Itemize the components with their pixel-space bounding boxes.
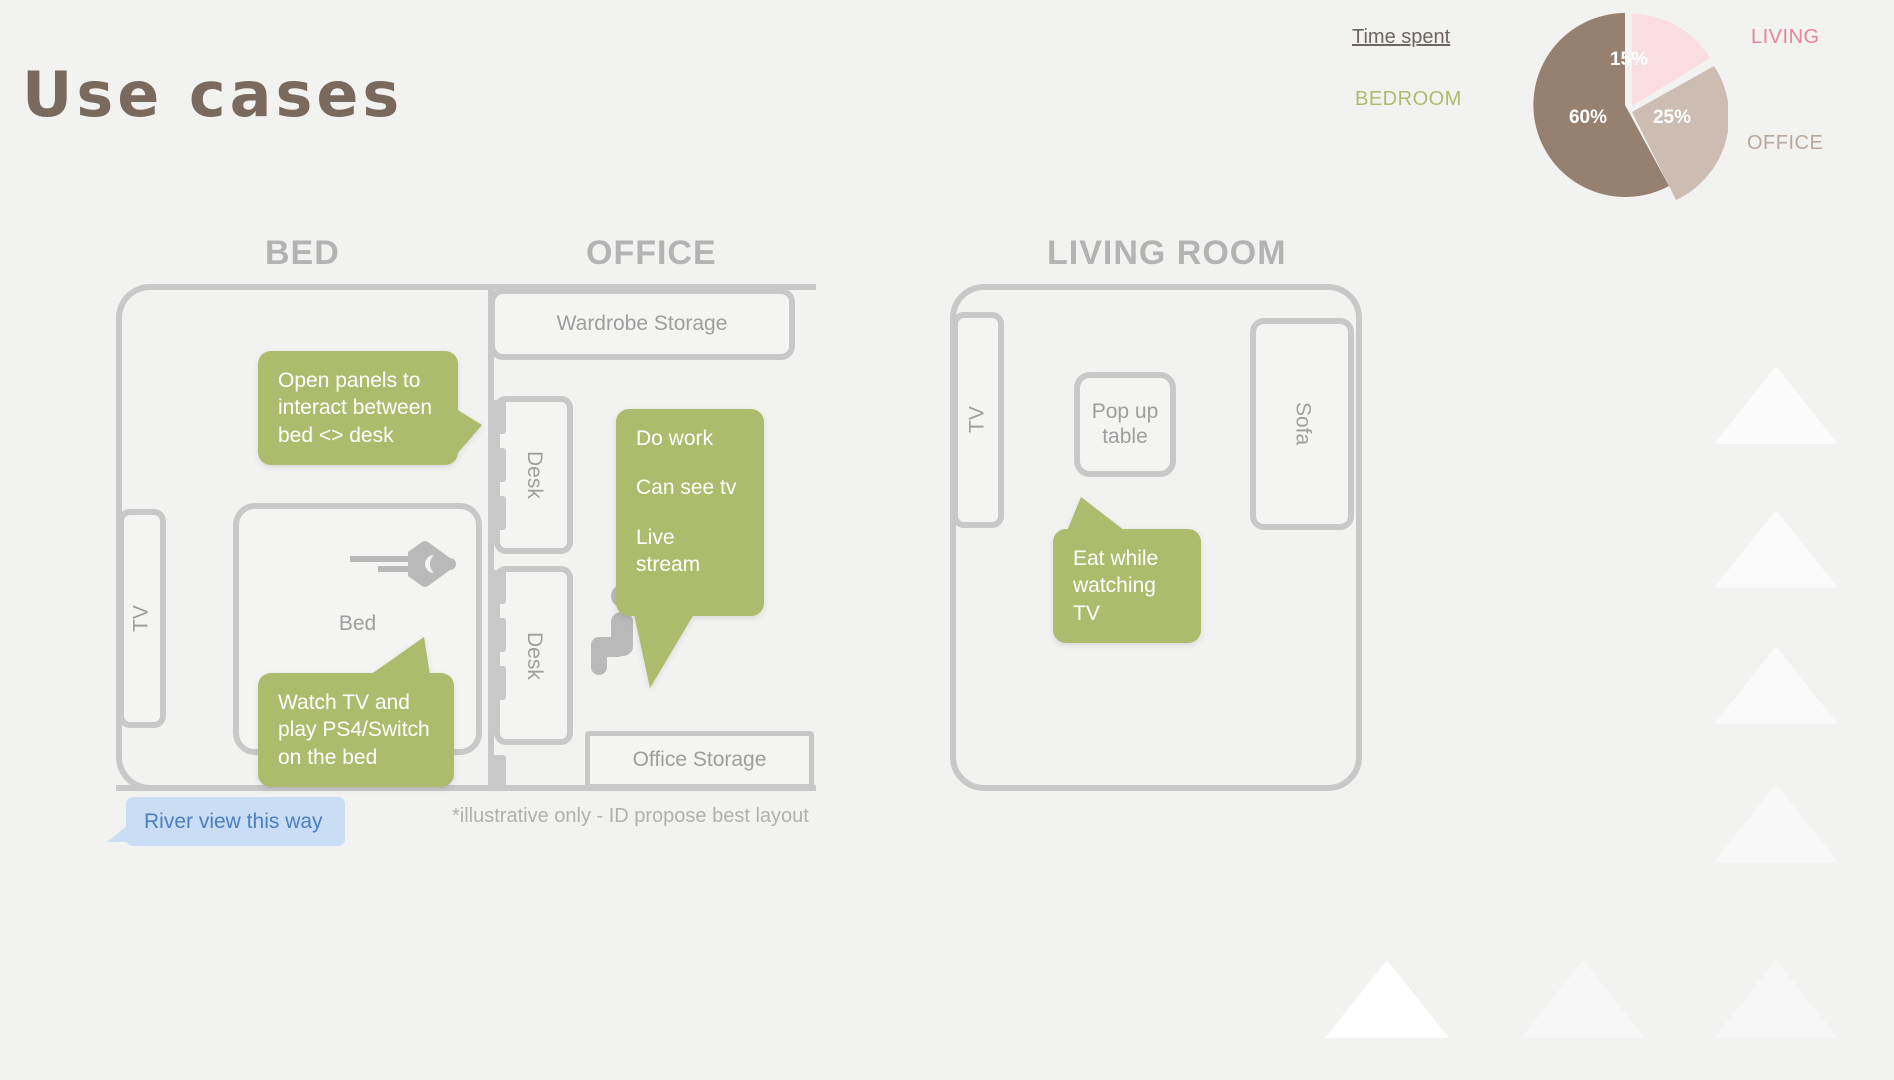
bubble-eat-text: Eat while watching TV [1073, 547, 1159, 625]
section-heading-bed: BED [265, 234, 340, 272]
pie-chart-caption: Time spent [1352, 26, 1451, 48]
panel-tab [488, 666, 506, 700]
furniture-popup-table: Pop up table [1074, 372, 1176, 477]
key-icon [346, 538, 456, 595]
decor-triangle-icon [1325, 960, 1449, 1038]
decor-triangle-icon [1714, 960, 1838, 1038]
decor-triangle-icon [1714, 784, 1838, 862]
furniture-tv-bedroom: TV [118, 509, 166, 728]
panel-tab [488, 400, 506, 434]
bubble-watch-tv: Watch TV and play PS4/Switch on the bed [258, 637, 454, 787]
bubble-watch-tv-text: Watch TV and play PS4/Switch on the bed [278, 691, 430, 769]
panel-tab [488, 755, 506, 789]
pie-value-bedroom: 60% [1569, 107, 1607, 128]
bubble-do-work-line-1: Do work [636, 427, 714, 450]
bubble-do-work-line-2: Can see tv [636, 476, 737, 500]
bubble-river-view: River view this way [107, 797, 345, 847]
footnote: *illustrative only - ID propose best lay… [452, 805, 809, 827]
bubble-eat-while-watching: Eat while watching TV [1053, 497, 1201, 643]
decor-triangle-icon [1714, 366, 1838, 444]
bubble-tail [370, 637, 430, 675]
decor-triangle-icon [1714, 646, 1838, 724]
bubble-open-panels: Open panels to interact between bed <> d… [258, 351, 482, 465]
bubble-tail [634, 614, 694, 689]
pie-legend-bedroom: BEDROOM [1355, 88, 1462, 110]
panel-tab [488, 448, 506, 482]
section-heading-office: OFFICE [586, 234, 717, 272]
panel-tab [488, 570, 506, 604]
panel-tab [488, 618, 506, 652]
decor-triangle-icon [1714, 510, 1838, 588]
furniture-wardrobe-storage: Wardrobe Storage [489, 288, 795, 360]
bubble-tail [1067, 497, 1125, 531]
pie-chart: 15% 25% 60% [1528, 8, 1728, 208]
bubble-do-work-line-3: Live stream [636, 525, 701, 576]
bubble-tail [456, 409, 482, 455]
pie-value-office: 25% [1653, 107, 1691, 128]
section-heading-living: LIVING ROOM [1047, 234, 1287, 272]
bubble-river-view-text: River view this way [144, 810, 323, 833]
bubble-tail [107, 826, 127, 843]
pie-legend-office: OFFICE [1747, 132, 1824, 154]
furniture-office-storage: Office Storage [585, 731, 814, 789]
furniture-tv-living: TV [952, 312, 1004, 528]
bubble-do-work: Do work Can see tv Live stream [616, 409, 764, 689]
pie-value-living: 15% [1610, 49, 1648, 70]
decor-triangle-icon [1521, 960, 1645, 1038]
pie-legend-living: LIVING [1751, 26, 1820, 48]
page-title: Use cases [22, 58, 404, 131]
furniture-bed-label: Bed [338, 612, 377, 635]
furniture-sofa: Sofa [1250, 318, 1354, 530]
bubble-open-panels-text: Open panels to interact between bed <> d… [278, 369, 433, 447]
panel-tab [488, 496, 506, 530]
